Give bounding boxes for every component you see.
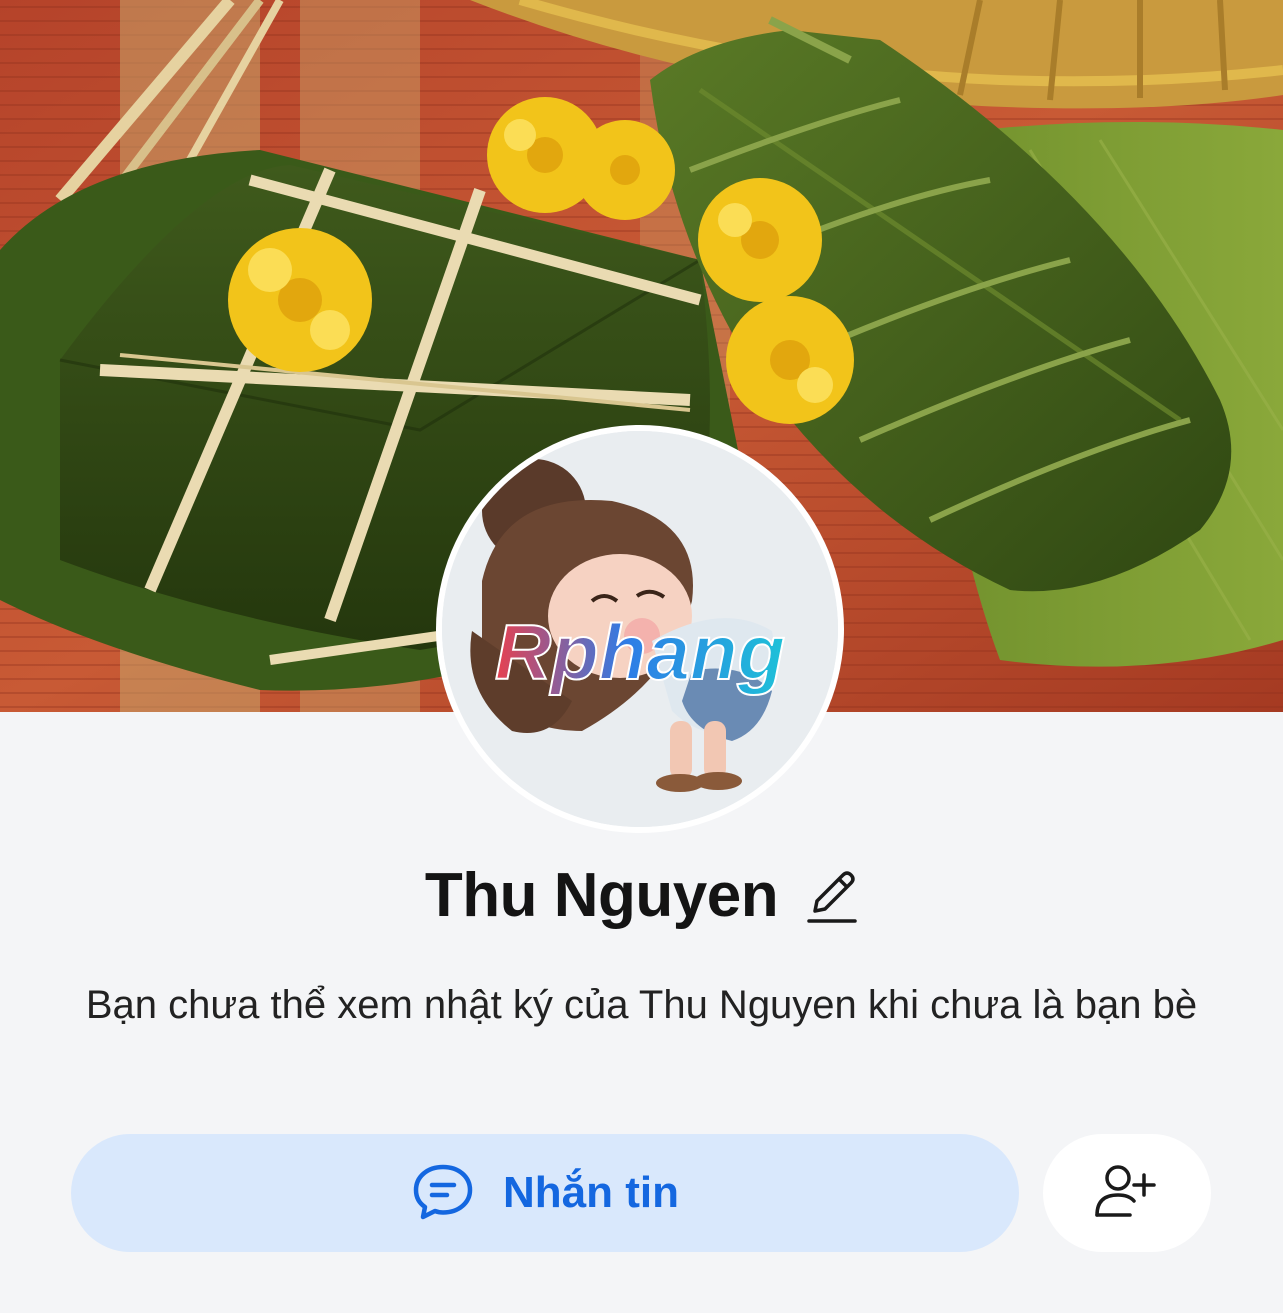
message-button-label: Nhắn tin <box>503 1168 679 1217</box>
avatar[interactable]: Rphang <box>436 425 844 833</box>
message-button[interactable]: Nhắn tin <box>71 1134 1019 1252</box>
add-friend-icon <box>1092 1161 1162 1226</box>
profile-name: Thu Nguyen <box>424 861 779 930</box>
chat-bubble-icon <box>411 1161 475 1226</box>
name-row: Thu Nguyen <box>0 860 1283 931</box>
pencil-icon[interactable] <box>804 866 858 926</box>
privacy-notice: Bạn chưa thể xem nhật ký của Thu Nguyen … <box>85 983 1198 1027</box>
add-friend-button[interactable] <box>1043 1134 1211 1252</box>
avatar-image: Rphang <box>442 431 838 827</box>
avatar-watermark: Rphang <box>495 608 785 696</box>
